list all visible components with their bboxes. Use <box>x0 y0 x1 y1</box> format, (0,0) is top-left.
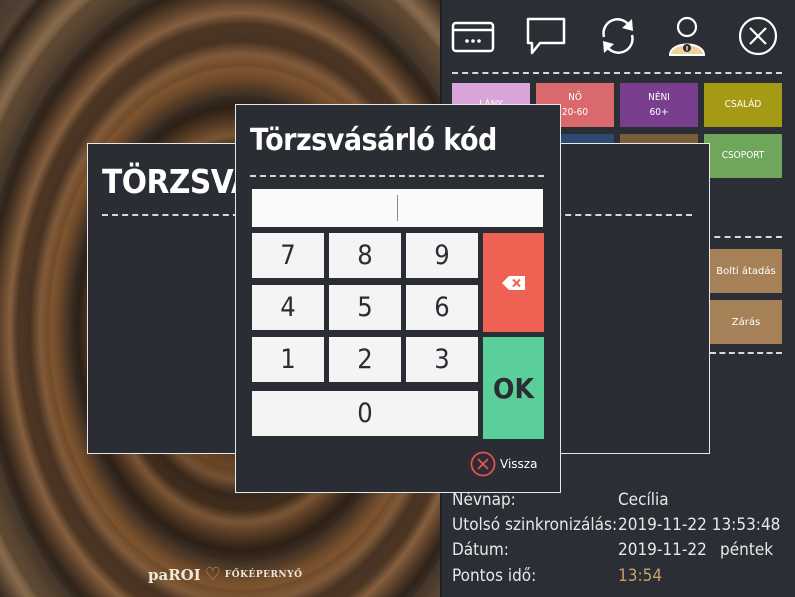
category-csalad[interactable]: CSALÁD <box>704 83 782 127</box>
heart-icon: ♡ <box>204 564 221 585</box>
zaras-button[interactable]: Zárás <box>710 300 782 344</box>
app-logo: paROI ♡ FŐKÉPERNYŐ <box>148 564 303 585</box>
user-icon[interactable] <box>664 14 710 58</box>
category-label: NŐ <box>568 91 582 103</box>
category-label: CSALÁD <box>724 99 762 111</box>
nameday-label: Névnap: <box>452 490 516 510</box>
toolbar-divider <box>452 72 782 74</box>
logo-brand: paROI <box>148 566 201 584</box>
card-icon[interactable] <box>450 14 496 58</box>
cancel-button[interactable]: Vissza <box>470 451 537 477</box>
nameday-value: Cecília <box>618 490 669 510</box>
category-csoport[interactable]: CSOPORT <box>704 134 782 178</box>
key-1[interactable]: 1 <box>252 337 324 382</box>
time-value: 13:54 <box>618 566 663 586</box>
section-divider <box>710 352 782 354</box>
bolti-atadas-button[interactable]: Bolti átadás <box>710 249 782 293</box>
close-icon[interactable] <box>735 14 781 58</box>
cancel-label: Vissza <box>500 457 538 471</box>
category-neni[interactable]: NÉNI 60+ <box>620 83 698 127</box>
category-sub: 60+ <box>649 107 669 118</box>
input-divider <box>397 195 398 221</box>
key-3[interactable]: 3 <box>406 337 478 382</box>
date-label: Dátum: <box>452 540 509 560</box>
key-2[interactable]: 2 <box>329 337 401 382</box>
sync-icon[interactable] <box>595 14 641 58</box>
key-7[interactable]: 7 <box>252 233 324 278</box>
category-label: NÉNI <box>648 91 670 103</box>
sync-value: 2019-11-22 13:53:48 <box>618 515 781 535</box>
category-sub: 20-60 <box>561 107 589 118</box>
date-value: 2019-11-22 <box>618 540 707 560</box>
dialog-title: Törzsvásárló kód <box>250 123 497 158</box>
backspace-button[interactable] <box>483 233 544 332</box>
loyalty-code-dialog: Törzsvásárló kód 7 8 9 4 5 6 1 2 3 0 OK … <box>235 104 561 493</box>
category-label: CSOPORT <box>721 150 765 162</box>
weekday-value: péntek <box>720 540 774 560</box>
dialog-divider <box>250 175 544 177</box>
key-9[interactable]: 9 <box>406 233 478 278</box>
key-0[interactable]: 0 <box>252 391 478 436</box>
chat-icon[interactable] <box>523 14 569 58</box>
ok-button[interactable]: OK <box>483 337 544 439</box>
key-8[interactable]: 8 <box>329 233 401 278</box>
backspace-icon <box>501 275 525 290</box>
logo-subtitle: FŐKÉPERNYŐ <box>224 570 303 580</box>
time-label: Pontos idő: <box>452 566 537 586</box>
section-divider <box>704 236 782 238</box>
key-5[interactable]: 5 <box>329 285 401 330</box>
key-6[interactable]: 6 <box>406 285 478 330</box>
sync-label: Utolsó szinkronizálás: <box>452 515 618 535</box>
key-4[interactable]: 4 <box>252 285 324 330</box>
close-circle-icon <box>470 451 496 477</box>
